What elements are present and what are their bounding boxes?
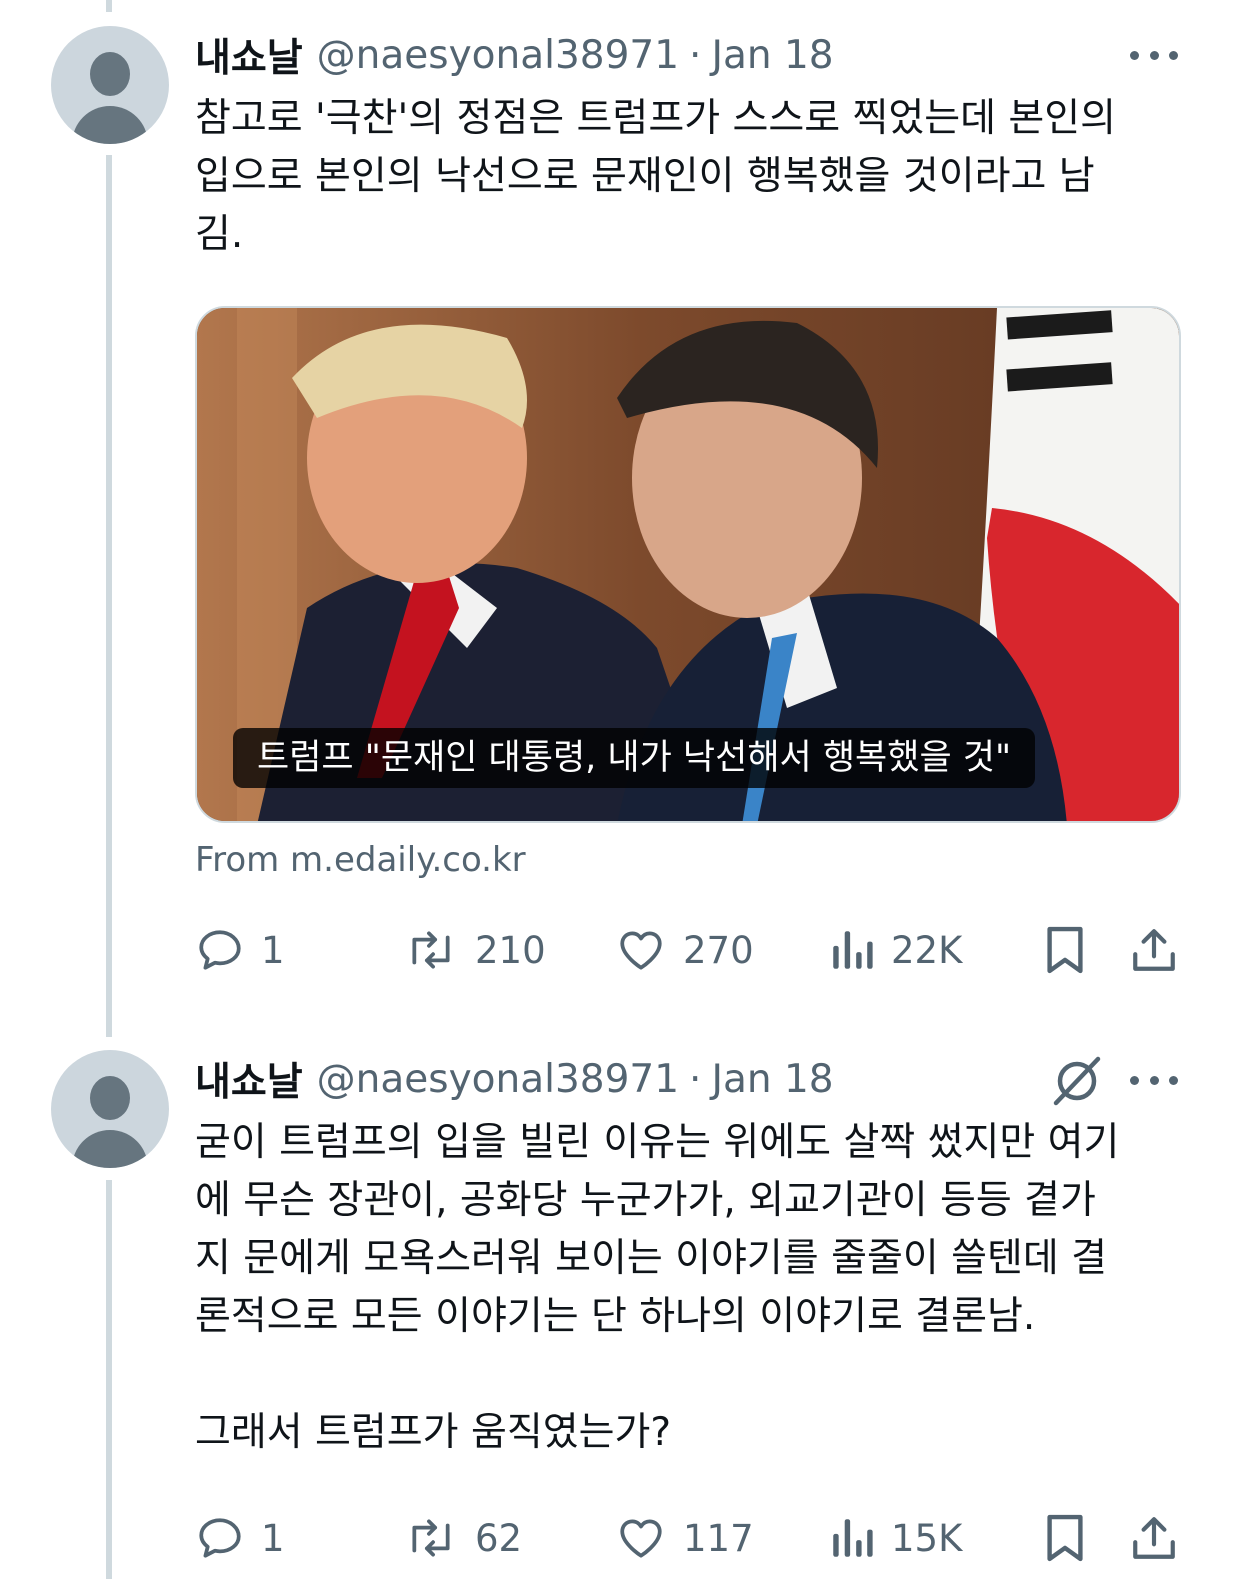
- bookmark-button[interactable]: [1043, 920, 1087, 980]
- user-handle[interactable]: @naesyonal38971: [317, 1057, 679, 1102]
- thread-line: [106, 1180, 112, 1579]
- tweet-date[interactable]: Jan 18: [711, 1057, 833, 1102]
- repost-button[interactable]: 62: [403, 1508, 522, 1568]
- views-count: 15K: [891, 1516, 963, 1560]
- reply-bubble-icon: [199, 1518, 241, 1558]
- reply-count: 1: [261, 1516, 285, 1560]
- more-dots-icon[interactable]: [1130, 45, 1178, 65]
- media-card[interactable]: 트럼프 "문재인 대통령, 내가 낙선해서 행복했을 것": [195, 306, 1181, 823]
- views-button[interactable]: 15K: [829, 1508, 962, 1568]
- display-name[interactable]: 내쇼날: [195, 27, 303, 83]
- like-count: 270: [683, 928, 754, 972]
- separator-dot: ·: [689, 32, 702, 78]
- bookmark-button[interactable]: [1043, 1508, 1087, 1568]
- reply-button[interactable]: 1: [195, 920, 285, 980]
- share-button[interactable]: [1129, 1508, 1179, 1568]
- heart-icon: [620, 931, 662, 970]
- bar-chart-icon: [833, 931, 873, 969]
- tweet-date[interactable]: Jan 18: [711, 33, 833, 78]
- repost-count: 210: [475, 928, 546, 972]
- thread-line: [106, 155, 112, 1037]
- reply-count: 1: [261, 928, 285, 972]
- link-source[interactable]: From m.edaily.co.kr: [195, 840, 526, 880]
- avatar-body: [72, 106, 148, 144]
- tweet-text: 굳이 트럼프의 입을 빌린 이유는 위에도 살짝 썼지만 여기 에 무슨 장관이…: [195, 1120, 1120, 1455]
- avatar-head: [90, 1076, 130, 1120]
- avatar[interactable]: [51, 26, 169, 144]
- reply-button[interactable]: 1: [195, 1508, 285, 1568]
- avatar-body: [72, 1130, 148, 1168]
- thread-line: [106, 0, 112, 12]
- like-button[interactable]: 270: [615, 920, 754, 980]
- share-upload-icon: [1133, 929, 1175, 971]
- like-button[interactable]: 117: [615, 1508, 754, 1568]
- avatar-head: [90, 52, 130, 96]
- tweet-text: 참고로 '극찬'의 정점은 트럼프가 스스로 찍었는데 본인의 입으로 본인의 …: [195, 96, 1117, 257]
- bookmark-icon: [1047, 926, 1083, 974]
- heart-icon: [620, 1519, 662, 1558]
- reply-bubble-icon: [199, 930, 241, 970]
- tweet-actions: 1 62 117 15K: [195, 1508, 1180, 1568]
- repost-arrows-icon: [412, 1519, 450, 1557]
- share-upload-icon: [1133, 1517, 1175, 1559]
- repost-arrows-icon: [412, 931, 450, 969]
- grok-icon[interactable]: [1050, 1055, 1104, 1107]
- views-button[interactable]: 22K: [829, 920, 962, 980]
- share-button[interactable]: [1129, 920, 1179, 980]
- tweet-header: 내쇼날 @naesyonal38971 · Jan 18: [195, 27, 834, 83]
- separator-dot: ·: [689, 1056, 702, 1102]
- repost-count: 62: [475, 1516, 523, 1560]
- bookmark-icon: [1047, 1514, 1083, 1562]
- display-name[interactable]: 내쇼날: [195, 1051, 303, 1107]
- views-count: 22K: [891, 928, 963, 972]
- tweet-header: 내쇼날 @naesyonal38971 · Jan 18: [195, 1051, 834, 1107]
- like-count: 117: [683, 1516, 754, 1560]
- media-caption: 트럼프 "문재인 대통령, 내가 낙선해서 행복했을 것": [233, 728, 1036, 788]
- repost-button[interactable]: 210: [403, 920, 546, 980]
- tweet-actions: 1 210 270 22K: [195, 920, 1180, 980]
- more-dots-icon[interactable]: [1130, 1070, 1178, 1090]
- user-handle[interactable]: @naesyonal38971: [317, 33, 679, 78]
- bar-chart-icon: [833, 1519, 873, 1557]
- avatar[interactable]: [51, 1050, 169, 1168]
